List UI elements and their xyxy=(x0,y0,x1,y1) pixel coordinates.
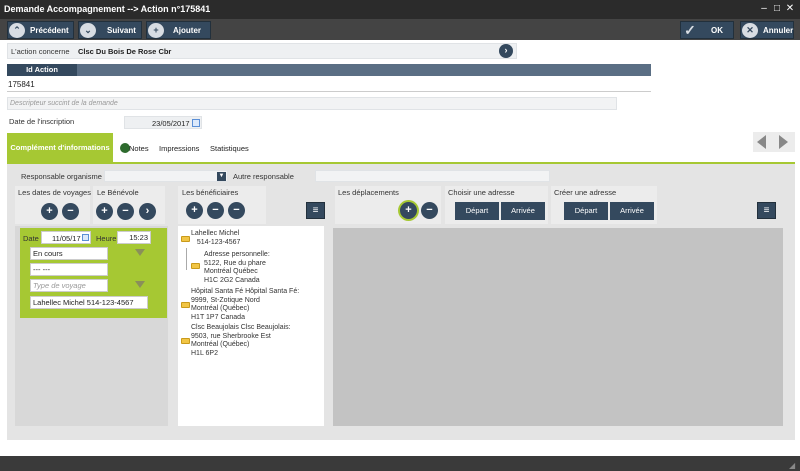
voyage-dash-field[interactable]: --- --- xyxy=(30,263,108,276)
dropdown-icon: ▼ xyxy=(217,172,226,181)
benef-item-1[interactable]: Lahellec Michel 514-123-4567 xyxy=(191,230,240,247)
remove-date-button[interactable]: − xyxy=(62,203,79,220)
go-arrow-icon[interactable]: › xyxy=(499,44,513,58)
voyage-benevole-field[interactable]: Lahellec Michel 514-123-4567 xyxy=(30,296,148,309)
tab-scroll-right-icon[interactable] xyxy=(779,135,788,149)
menu-icon[interactable]: ≡ xyxy=(757,202,776,219)
descriptor-input[interactable]: Descripteur succint de la demande xyxy=(7,97,617,110)
choose-arrivee-button[interactable]: Arrivée xyxy=(501,202,545,220)
inscription-label: Date de l'inscription xyxy=(9,117,75,126)
filter-icon[interactable] xyxy=(135,249,145,256)
create-arrivee-button[interactable]: Arrivée xyxy=(610,202,654,220)
tree-line xyxy=(186,248,187,270)
choose-depart-button[interactable]: Départ xyxy=(455,202,499,220)
add-deplacement-button[interactable]: + xyxy=(400,202,417,219)
close-icon: ✕ xyxy=(742,23,758,38)
benef-item-3[interactable]: Hôpital Santa Fé Hôpital Santa Fé: 9999,… xyxy=(191,288,299,322)
id-action-header: Id Action xyxy=(7,64,77,76)
autre-responsable-input[interactable] xyxy=(315,170,550,182)
folder-icon xyxy=(181,236,190,242)
remove-benevole-button[interactable]: − xyxy=(117,203,134,220)
voyage-hour-input[interactable]: 15:23 xyxy=(117,231,151,244)
remove-beneficiaire-button[interactable]: − xyxy=(207,202,224,219)
id-action-row xyxy=(7,76,651,92)
autre-responsable-label: Autre responsable xyxy=(233,172,294,181)
check-icon: ✓ xyxy=(684,22,696,38)
id-action-header-fill xyxy=(77,64,651,76)
voyage-type-input[interactable]: Type de voyage xyxy=(30,279,108,292)
next-button[interactable]: ⌄ Suivant xyxy=(78,21,142,39)
create-address-title: Créer une adresse xyxy=(554,188,617,197)
responsable-org-label: Responsable organisme xyxy=(21,172,102,181)
chevron-down-icon: ⌄ xyxy=(80,23,96,38)
go-benevole-button[interactable]: › xyxy=(139,203,156,220)
previous-button[interactable]: ⌃ Précédent xyxy=(7,21,74,39)
action-concern-label: L'action concerne xyxy=(11,47,70,56)
deplacements-panel-title: Les déplacements xyxy=(338,188,399,197)
chevron-up-icon: ⌃ xyxy=(9,23,25,38)
add-date-button[interactable]: + xyxy=(41,203,58,220)
tab-notes[interactable]: Notes xyxy=(129,144,149,153)
dates-panel-title: Les dates de voyages xyxy=(18,188,91,197)
add-button[interactable]: + Ajouter xyxy=(146,21,211,39)
benef-item-2[interactable]: Adresse personnelle: 5122, Rue du phare … xyxy=(204,251,270,285)
tab-statistiques[interactable]: Statistiques xyxy=(210,144,249,153)
ok-button[interactable]: ✓ OK xyxy=(680,21,734,39)
benef-panel-title: Les bénéficiaires xyxy=(182,188,239,197)
add-beneficiaire-button[interactable]: + xyxy=(186,202,203,219)
maximize-icon[interactable]: □ xyxy=(771,2,783,16)
choose-address-title: Choisir une adresse xyxy=(448,188,515,197)
inscription-date-input[interactable]: 23/05/2017 xyxy=(124,116,202,129)
tab-scroll-left-icon[interactable] xyxy=(757,135,766,149)
remove-deplacement-button[interactable]: − xyxy=(421,202,438,219)
window-title: Demande Accompagnement --> Action n°1758… xyxy=(0,0,800,19)
cancel-button[interactable]: ✕ Annuler xyxy=(740,21,794,39)
folder-icon xyxy=(181,302,190,308)
plus-icon: + xyxy=(148,23,164,38)
deplacements-list xyxy=(333,228,783,426)
filter-icon[interactable] xyxy=(135,281,145,288)
benef-item-4[interactable]: Clsc Beaujolais Clsc Beaujolais: 9503, r… xyxy=(191,324,291,358)
menu-icon[interactable]: ≡ xyxy=(306,202,325,219)
tab-impressions[interactable]: Impressions xyxy=(159,144,199,153)
tab-complement[interactable]: Complément d'informations xyxy=(7,133,113,163)
calendar-icon[interactable] xyxy=(192,119,200,127)
voyage-date-label: Date xyxy=(23,234,39,243)
create-depart-button[interactable]: Départ xyxy=(564,202,608,220)
voyage-date-input[interactable]: 11/05/17 xyxy=(41,231,91,244)
benevole-panel-title: Le Bénévole xyxy=(97,188,139,197)
voyage-hour-label: Heure xyxy=(96,234,117,243)
folder-icon xyxy=(191,263,200,269)
status-bar xyxy=(0,456,800,471)
folder-icon xyxy=(181,338,190,344)
minimize-icon[interactable]: – xyxy=(758,2,770,16)
resize-grip-icon[interactable]: ◢ xyxy=(789,461,795,470)
close-icon[interactable]: ✕ xyxy=(784,2,796,16)
add-benevole-button[interactable]: + xyxy=(96,203,113,220)
voyage-status[interactable]: En cours xyxy=(30,247,108,260)
responsable-org-select[interactable]: ▼ xyxy=(104,170,228,182)
calendar-icon[interactable] xyxy=(82,234,89,241)
id-action-value: 175841 xyxy=(8,80,35,89)
action-concern-value: Clsc Du Bois De Rose Cbr xyxy=(78,47,172,56)
remove-beneficiaire-2-button[interactable]: − xyxy=(228,202,245,219)
